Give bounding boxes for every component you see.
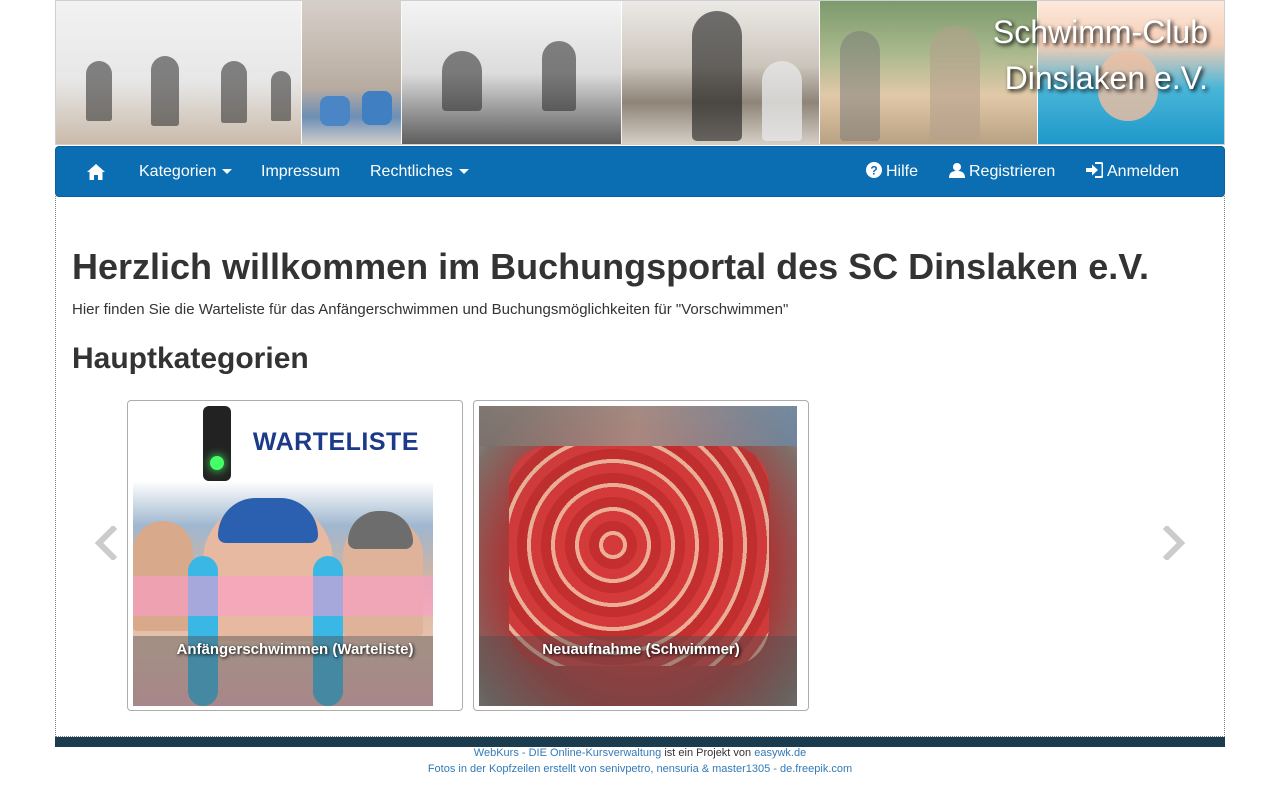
footer-project-text: ist ein Projekt von [661,747,755,759]
nav-impressum-label: Impressum [261,163,341,180]
page-title: Herzlich willkommen im Buchungsportal de… [72,246,1149,287]
nav-registrieren-link[interactable]: Registrieren [949,147,1055,196]
banner-photo-tennis [622,1,820,144]
caret-down-icon [458,169,469,175]
footer-line-1: WebKurs - DIE Online-Kursverwaltung ist … [0,747,1280,759]
site-title-line2: Dinslaken e.V. [1004,60,1208,96]
sign-in-icon [1086,149,1104,198]
footer-line-2: Fotos in der Kopfzeilen erstellt von sen… [0,763,1280,775]
nav-hilfe-label: Hilfe [886,163,919,180]
nav-hilfe-link[interactable]: ? Hilfe [866,147,918,196]
nav-anmelden-link[interactable]: Anmelden [1086,147,1179,196]
main-content: Herzlich willkommen im Buchungsportal de… [55,196,1225,737]
nav-rechtliches-dropdown[interactable]: Rechtliches [370,147,469,196]
home-icon[interactable] [86,163,106,181]
site-title-line1: Schwimm-Club [992,14,1208,50]
nav-kategorien-label: Kategorien [139,163,217,180]
question-circle-icon: ? [866,149,882,198]
nav-anmelden-label: Anmelden [1107,163,1180,180]
user-icon [949,149,965,198]
traffic-light-icon [210,456,224,470]
footer-photo-credits-link[interactable]: Fotos in der Kopfzeilen erstellt von sen… [428,763,852,775]
chevron-left-icon[interactable] [93,524,118,562]
category-image-team-photo [479,406,797,706]
category-card-label: Neuaufnahme (Schwimmer) [542,641,740,658]
category-card-anfaengerschwimmen[interactable]: WARTELISTE Anfängerschwimmen (Warteliste… [127,400,463,711]
svg-text:?: ? [870,164,877,178]
banner-photo-fitness [402,1,622,144]
caret-down-icon [222,169,233,175]
footer-bar [55,737,1225,747]
footer-webkurs-link[interactable]: WebKurs - DIE Online-Kursverwaltung [474,747,661,759]
categories-heading: Hauptkategorien [72,342,309,375]
nav-kategorien-dropdown[interactable]: Kategorien [139,147,233,196]
category-card-neuaufnahme[interactable]: Neuaufnahme (Schwimmer) [473,400,809,711]
banner-photo-running [302,1,402,144]
nav-rechtliches-label: Rechtliches [370,163,453,180]
page-lead-text: Hier finden Sie die Warteliste für das A… [72,301,789,318]
category-image-warteliste: WARTELISTE [133,406,433,706]
footer-easywk-link[interactable]: easywk.de [754,747,806,759]
chevron-right-icon[interactable] [1162,524,1187,562]
header-banner: Schwimm-Club Dinslaken e.V. [55,0,1225,145]
nav-impressum-link[interactable]: Impressum [261,147,340,196]
warteliste-image-text: WARTELISTE [252,428,419,456]
site-title: Schwimm-Club Dinslaken e.V. [993,9,1208,101]
category-card-label: Anfängerschwimmen (Warteliste) [176,641,414,658]
nav-registrieren-label: Registrieren [969,163,1056,180]
main-navbar: Kategorien Impressum Rechtliches ? Hilfe… [55,146,1225,197]
banner-photo-yoga [56,1,302,144]
